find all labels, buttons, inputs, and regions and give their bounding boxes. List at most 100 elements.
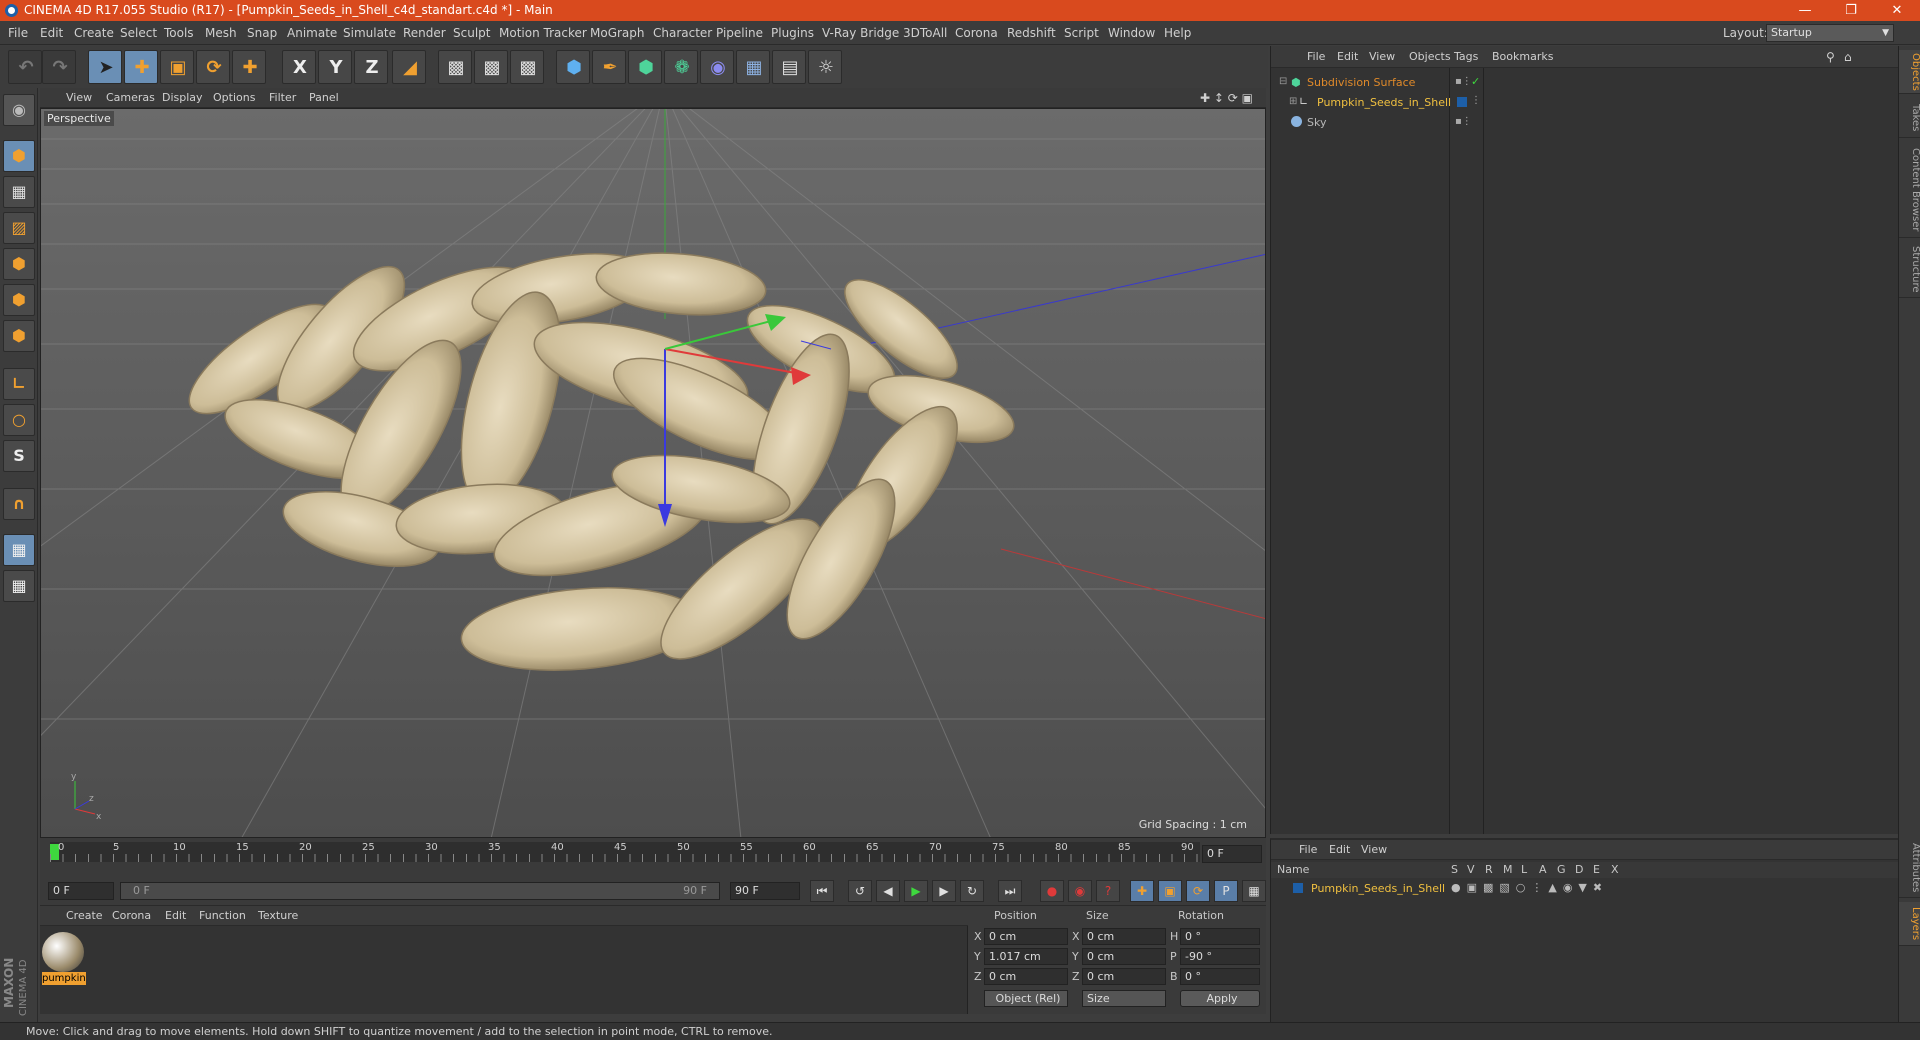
menu-help[interactable]: Help: [1164, 21, 1191, 45]
visibility-dots-icon[interactable]: ⋮: [1471, 95, 1481, 106]
expand-icon[interactable]: ⊞: [1289, 96, 1297, 107]
redo-button[interactable]: ↷: [42, 50, 76, 84]
spline-pen-button[interactable]: ✒: [592, 50, 626, 84]
tab-layers[interactable]: Layers: [1899, 902, 1920, 946]
menu-tools[interactable]: Tools: [164, 21, 194, 45]
viewport-menu-options[interactable]: Options: [213, 88, 255, 108]
subdivision-surface-button[interactable]: ⬢: [628, 50, 662, 84]
size-x-field[interactable]: 0 cm: [1082, 928, 1166, 945]
viewport-menu-display[interactable]: Display: [162, 88, 203, 108]
restore-button[interactable]: ❐: [1828, 0, 1874, 21]
key-position-button[interactable]: ✚: [1130, 880, 1154, 902]
texture-mode-button[interactable]: ▦: [3, 176, 35, 208]
collapse-icon[interactable]: ⊟: [1279, 76, 1287, 87]
objects-menu-edit[interactable]: Edit: [1337, 46, 1358, 68]
axis-mode-button[interactable]: ∟: [3, 368, 35, 400]
viewport-menu-filter[interactable]: Filter: [269, 88, 296, 108]
material-menu-create[interactable]: Create: [66, 906, 103, 926]
rotation-h-field[interactable]: 0 °: [1180, 928, 1260, 945]
objects-menu-bookmarks[interactable]: Bookmarks: [1492, 46, 1553, 68]
deformer-button[interactable]: ◉: [700, 50, 734, 84]
edges-mode-button[interactable]: ⬢: [3, 284, 35, 316]
record-active-objects-button[interactable]: ●: [1040, 880, 1064, 902]
floor-button[interactable]: ▦: [736, 50, 770, 84]
go-to-end-button[interactable]: ⏭: [998, 880, 1022, 902]
objects-menu-objects[interactable]: Objects: [1409, 46, 1451, 68]
menu-3dtoall[interactable]: 3DToAll: [903, 21, 947, 45]
preview-range-slider[interactable]: 0 F 90 F: [120, 882, 720, 900]
menu-sculpt[interactable]: Sculpt: [453, 21, 490, 45]
rotation-b-field[interactable]: 0 °: [1180, 968, 1260, 985]
size-mode-select[interactable]: Size: [1082, 990, 1166, 1007]
layers-menu-view[interactable]: View: [1361, 840, 1387, 860]
minimize-button[interactable]: —: [1782, 0, 1828, 21]
material-menu-texture[interactable]: Texture: [258, 906, 298, 926]
autokey-button[interactable]: ◉: [1068, 880, 1092, 902]
key-parameter-button[interactable]: P: [1214, 880, 1238, 902]
menu-snap[interactable]: Snap: [247, 21, 277, 45]
objects-menu-view[interactable]: View: [1369, 46, 1395, 68]
enable-snap-button[interactable]: ∩: [3, 488, 35, 520]
object-row-pumpkin-seeds[interactable]: ⊞ ∟ Pumpkin_Seeds_in_Shell ⋮: [1271, 94, 1899, 112]
enabled-checkmark-icon[interactable]: ✓: [1471, 75, 1480, 88]
menu-edit[interactable]: Edit: [40, 21, 63, 45]
viewport-menu-cameras[interactable]: Cameras: [106, 88, 155, 108]
coordinate-mode-select[interactable]: Object (Rel): [984, 990, 1068, 1007]
menu-select[interactable]: Select: [120, 21, 157, 45]
menu-vray-bridge[interactable]: V-Ray Bridge: [822, 21, 899, 45]
planar-workplane-button[interactable]: ▦: [3, 570, 35, 602]
rotate-tool-button[interactable]: ⟳: [196, 50, 230, 84]
points-mode-button[interactable]: ⬢: [3, 248, 35, 280]
move-tool-button[interactable]: ✚: [124, 50, 158, 84]
previous-key-button[interactable]: ↺: [848, 880, 872, 902]
render-picture-viewer-button[interactable]: ▩: [474, 50, 508, 84]
search-icon[interactable]: ⚲: [1826, 46, 1835, 68]
tab-structure[interactable]: Structure: [1899, 242, 1920, 298]
home-icon[interactable]: ⌂: [1844, 46, 1852, 68]
locked-workplane-button[interactable]: ▦: [3, 534, 35, 566]
menu-plugins[interactable]: Plugins: [771, 21, 814, 45]
close-button[interactable]: ✕: [1874, 0, 1920, 21]
frame-ruler[interactable]: 0 5 10 15 20 25 30 35 40 45 50 55 60 65 …: [50, 842, 1200, 862]
camera-button[interactable]: ▤: [772, 50, 806, 84]
layers-menu-edit[interactable]: Edit: [1329, 840, 1350, 860]
viewport-menu-view[interactable]: View: [66, 88, 92, 108]
y-axis-lock-button[interactable]: Y: [318, 50, 352, 84]
viewport-menu-panel[interactable]: Panel: [309, 88, 339, 108]
rotation-p-field[interactable]: -90 °: [1180, 948, 1260, 965]
size-y-field[interactable]: 0 cm: [1082, 948, 1166, 965]
menu-pipeline[interactable]: Pipeline: [716, 21, 763, 45]
key-rotation-button[interactable]: ⟳: [1186, 880, 1210, 902]
key-scale-button[interactable]: ▣: [1158, 880, 1182, 902]
render-view-button[interactable]: ▩: [438, 50, 472, 84]
tab-content-browser[interactable]: Content Browser: [1899, 142, 1920, 238]
previous-frame-button[interactable]: ◀: [876, 880, 900, 902]
objects-menu-tags[interactable]: Tags: [1454, 46, 1478, 68]
tab-attributes[interactable]: Attributes: [1899, 838, 1920, 898]
position-x-field[interactable]: 0 cm: [984, 928, 1068, 945]
keyframe-selection-button[interactable]: ?: [1096, 880, 1120, 902]
z-axis-lock-button[interactable]: Z: [354, 50, 388, 84]
menu-simulate[interactable]: Simulate: [343, 21, 396, 45]
menu-mesh[interactable]: Mesh: [205, 21, 237, 45]
end-frame-field[interactable]: 90 F: [730, 882, 800, 900]
layout-select[interactable]: Startup ▼: [1766, 24, 1894, 42]
workplane-mode-button[interactable]: ▨: [3, 212, 35, 244]
light-button[interactable]: ☼: [808, 50, 842, 84]
render-settings-button[interactable]: ▩: [510, 50, 544, 84]
layers-menu-file[interactable]: File: [1299, 840, 1317, 860]
objects-menu-file[interactable]: File: [1307, 46, 1325, 68]
layer-color-swatch[interactable]: [1293, 883, 1303, 893]
make-editable-button[interactable]: ◉: [3, 94, 35, 126]
menu-redshift[interactable]: Redshift: [1007, 21, 1056, 45]
coordinate-system-button[interactable]: ◢: [392, 50, 426, 84]
menu-corona[interactable]: Corona: [955, 21, 998, 45]
current-frame-field[interactable]: 0 F: [1202, 845, 1262, 863]
key-pla-button[interactable]: ▦: [1242, 880, 1266, 902]
menu-script[interactable]: Script: [1064, 21, 1099, 45]
recent-tool-button[interactable]: ✚: [232, 50, 266, 84]
snap-mode-button[interactable]: S: [3, 440, 35, 472]
visibility-dots-icon[interactable]: ▪⋮: [1455, 76, 1472, 87]
menu-mograph[interactable]: MoGraph: [590, 21, 645, 45]
tab-takes[interactable]: Takes: [1899, 98, 1920, 138]
